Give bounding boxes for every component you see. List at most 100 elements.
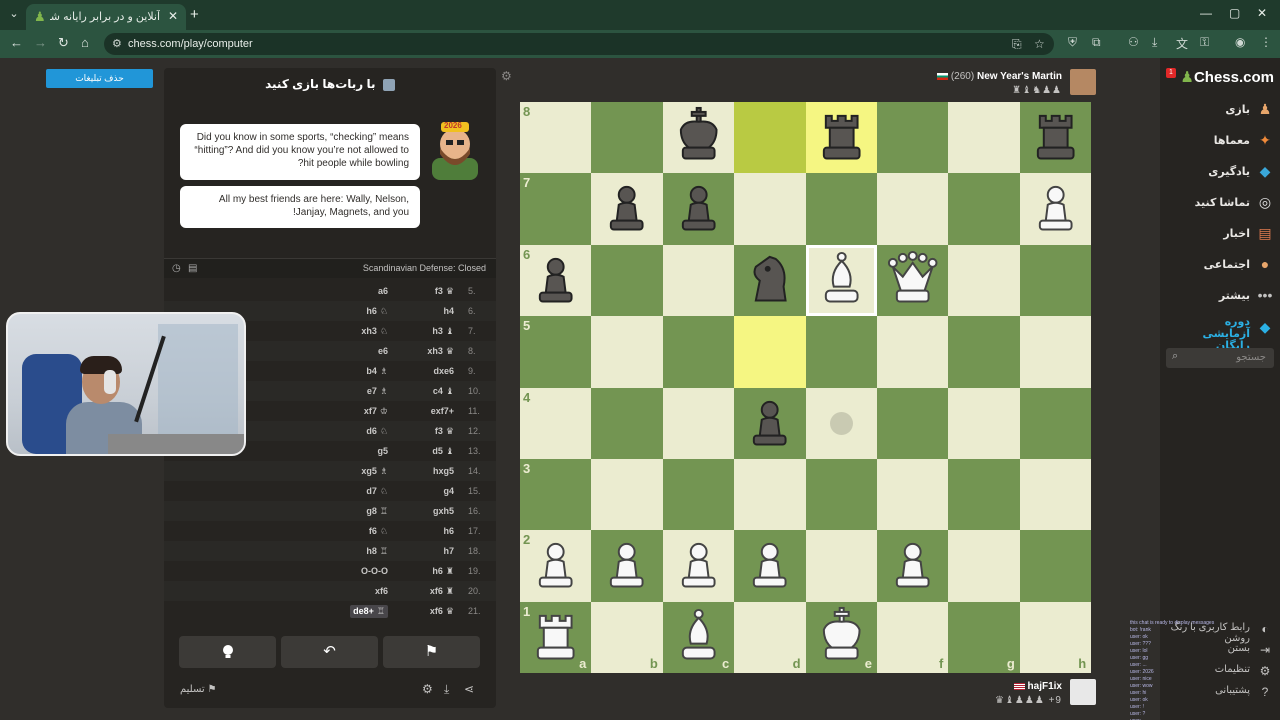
black-move[interactable]: d7 ♘ <box>366 486 388 497</box>
sidebar-item[interactable]: معماها ✦ <box>1160 129 1280 153</box>
white-queen-icon[interactable] <box>877 245 948 316</box>
white-bishop-icon[interactable] <box>663 602 734 673</box>
square-h6[interactable] <box>1019 244 1092 317</box>
sidebar-item[interactable]: اخبار ▤ <box>1160 222 1280 246</box>
square-a2[interactable]: 2 <box>520 530 592 602</box>
square-f1[interactable]: f <box>877 601 949 674</box>
address-bar[interactable]: ⚙ chess.com/play/computer ⎘ ☆ <box>104 33 1054 55</box>
bookmark-star-icon[interactable]: ☆ <box>1034 37 1045 51</box>
square-a3[interactable]: 3 <box>520 459 592 531</box>
square-f8[interactable] <box>877 102 949 174</box>
black-move[interactable]: e7 ♗ <box>367 386 388 397</box>
square-f4[interactable] <box>877 387 949 459</box>
resign-flag-button[interactable]: ⚑ <box>383 636 480 668</box>
password-icon[interactable]: ⚿ <box>1200 35 1209 50</box>
browser-tab[interactable]: ♟ آنلاین و در برابر رایانه شطرنج بازی ✕ <box>26 4 186 30</box>
white-move[interactable]: h6 ♜ <box>432 566 454 577</box>
minimize-icon[interactable]: — <box>1200 6 1212 20</box>
white-move[interactable]: h7 <box>443 546 454 556</box>
close-window-icon[interactable]: ✕ <box>1257 6 1267 20</box>
square-g3[interactable] <box>948 459 1020 531</box>
square-a6[interactable]: 6 <box>520 244 592 317</box>
square-e4[interactable] <box>805 387 877 459</box>
move-hint-dot[interactable] <box>829 411 853 435</box>
black-move[interactable]: xf6 <box>375 586 388 596</box>
black-move[interactable]: h6 ♘ <box>366 306 388 317</box>
square-f3[interactable] <box>877 459 949 531</box>
square-c2[interactable] <box>662 530 735 602</box>
white-move[interactable]: f3 ♛ <box>435 286 454 297</box>
notification-badge[interactable]: 1 <box>1166 68 1176 78</box>
square-c7[interactable] <box>662 173 735 245</box>
home-icon[interactable]: ⌂ <box>81 35 89 50</box>
black-rook-icon[interactable] <box>806 102 877 173</box>
share-icon[interactable]: ⋖ <box>464 682 474 696</box>
square-g8[interactable] <box>948 102 1020 174</box>
square-e2[interactable] <box>805 530 877 602</box>
square-b5[interactable] <box>591 316 663 388</box>
square-b6[interactable] <box>591 244 663 317</box>
black-move[interactable]: b4 ♗ <box>366 366 388 377</box>
white-pawn-icon[interactable] <box>663 530 734 601</box>
black-move[interactable]: d6 ♘ <box>366 426 388 437</box>
black-pawn-icon[interactable] <box>663 173 734 244</box>
white-move[interactable]: h4 <box>443 306 454 316</box>
square-e3[interactable] <box>805 459 877 531</box>
square-a1[interactable]: 1a <box>520 601 592 674</box>
white-move[interactable]: gxh5 <box>433 506 454 516</box>
black-pawn-icon[interactable] <box>734 388 805 459</box>
white-move[interactable]: d5 ♝ <box>432 446 454 457</box>
square-e1[interactable]: e <box>805 601 877 674</box>
white-move[interactable]: g4 <box>443 486 454 496</box>
white-rook-icon[interactable] <box>520 602 591 673</box>
forward-icon[interactable]: → <box>34 35 47 50</box>
puzzle-extension-icon[interactable]: ⧉ <box>1092 35 1101 50</box>
white-move[interactable]: dxe6 <box>433 366 454 376</box>
black-pawn-icon[interactable] <box>520 245 591 316</box>
square-h5[interactable] <box>1019 316 1092 388</box>
black-move[interactable]: g5 <box>377 446 388 456</box>
square-c4[interactable] <box>662 387 735 459</box>
square-h7[interactable] <box>1019 173 1092 245</box>
square-h8[interactable] <box>1019 102 1092 174</box>
settings-gear-icon[interactable]: ⚙ <box>422 682 433 696</box>
white-move[interactable]: h3 ♝ <box>432 326 454 337</box>
site-info-icon[interactable]: ⚙ <box>112 37 122 50</box>
square-d2[interactable] <box>734 530 806 602</box>
reload-icon[interactable]: ↻ <box>58 35 69 51</box>
black-move[interactable]: O-O-O <box>361 566 388 576</box>
black-move[interactable]: xg5 ♗ <box>361 466 388 477</box>
square-b4[interactable] <box>591 387 663 459</box>
square-f5[interactable] <box>877 316 949 388</box>
square-e6[interactable] <box>805 244 877 317</box>
menu-dots-icon[interactable]: ⋮ <box>1260 35 1272 49</box>
white-pawn-icon[interactable] <box>734 530 805 601</box>
black-move[interactable]: g8 ♖ <box>366 506 388 517</box>
black-move[interactable]: f6 ♘ <box>369 526 388 537</box>
white-move[interactable]: hxg5 <box>433 466 454 476</box>
sidebar-item[interactable]: بازی ♟ <box>1160 98 1280 122</box>
square-b8[interactable] <box>591 102 663 174</box>
square-a4[interactable]: 4 <box>520 387 592 459</box>
square-e5[interactable] <box>805 316 877 388</box>
white-move[interactable]: c4 ♝ <box>433 386 454 397</box>
chess-board[interactable]: 8 7 65 4 3 21a bc de f g h <box>520 102 1092 674</box>
sidebar-item[interactable]: یادگیری ◆ <box>1160 160 1280 184</box>
extension-icon[interactable]: ⚇ <box>1128 35 1139 49</box>
square-e7[interactable] <box>805 173 877 245</box>
sidebar-item[interactable]: تماشا کنید ◎ <box>1160 191 1280 215</box>
black-move[interactable]: de8+ ♖ <box>350 605 388 618</box>
square-g7[interactable] <box>948 173 1020 245</box>
white-pawn-icon[interactable] <box>1020 173 1091 244</box>
square-b1[interactable]: b <box>591 601 663 674</box>
square-d1[interactable]: d <box>734 601 806 674</box>
square-c5[interactable] <box>662 316 735 388</box>
square-h1[interactable]: h <box>1019 601 1092 674</box>
search-input[interactable]: جستجو ⌕ <box>1166 348 1274 368</box>
square-d4[interactable] <box>734 387 806 459</box>
black-rook-icon[interactable] <box>1020 102 1091 173</box>
download-pgn-icon[interactable]: ⤓ <box>444 682 449 697</box>
square-g4[interactable] <box>948 387 1020 459</box>
black-move[interactable]: xh3 ♘ <box>361 326 388 337</box>
back-icon[interactable]: ← <box>10 35 23 50</box>
